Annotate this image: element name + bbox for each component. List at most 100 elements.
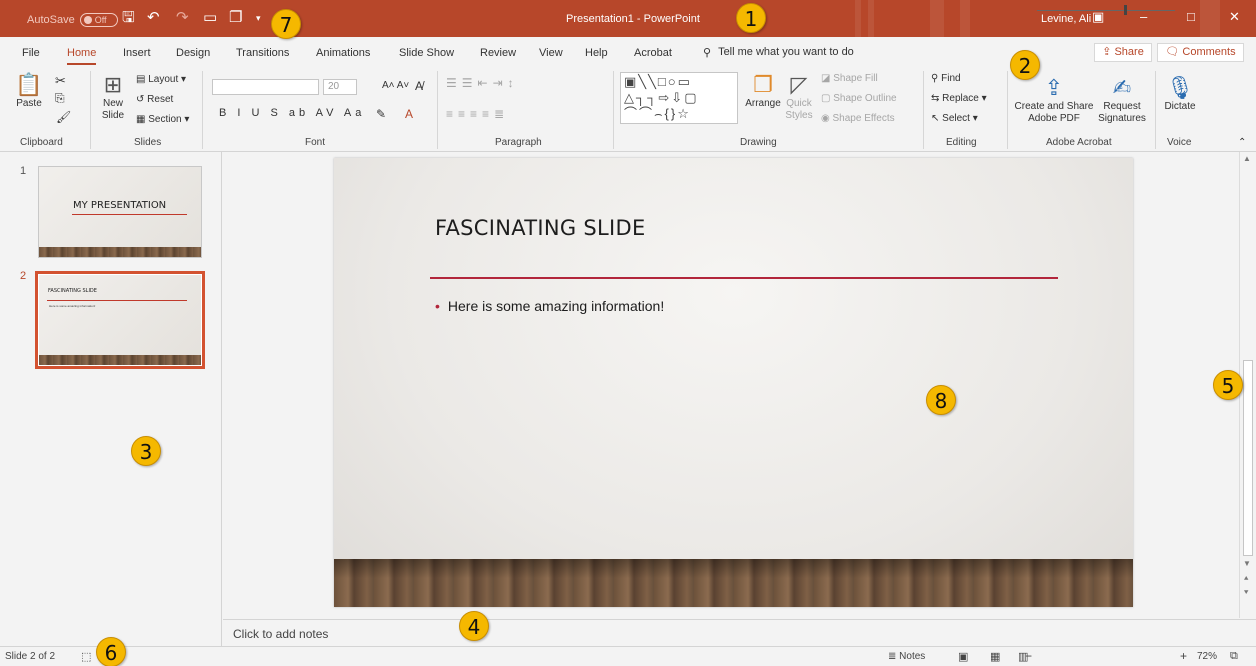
callout-marker-6: 6 <box>96 637 126 666</box>
notes-placeholder[interactable]: Click to add notes <box>233 627 328 641</box>
tell-me-search[interactable]: ⚲ Tell me what you want to do <box>703 46 854 59</box>
zoom-slider[interactable] <box>1037 10 1175 11</box>
layout-button[interactable]: ▤ Layout ▾ <box>136 74 186 85</box>
replace-button[interactable]: ⇆ Replace ▾ <box>931 93 987 104</box>
microphone-icon: 🎙 <box>1166 75 1194 100</box>
tab-view[interactable]: View <box>539 47 563 59</box>
new-slide-button[interactable]: ⊞ New Slide <box>96 72 130 122</box>
ribbon-display-icon[interactable]: ▣ <box>1092 9 1104 25</box>
shape-effects-label: Shape Effects <box>832 113 895 124</box>
find-button[interactable]: ⚲ Find <box>931 73 961 84</box>
next-slide-icon[interactable]: ⯆ <box>1243 588 1249 598</box>
presenter-icon[interactable]: ▭ <box>203 10 217 26</box>
bullet-icon: • <box>435 298 440 314</box>
callout-marker-8: 8 <box>926 385 956 415</box>
status-bar: Slide 2 of 2 ⬚ ≣ Notes ▣ ▦ ▥ − + 72% ⧉ <box>0 646 1256 666</box>
scroll-up-icon[interactable]: ▲ <box>1243 154 1251 163</box>
touch-mode-icon[interactable]: ❐ <box>229 10 242 26</box>
highlight-icon[interactable]: ✎ <box>376 107 386 121</box>
title-decoration <box>1200 0 1220 37</box>
shape-fill-button[interactable]: ◪ Shape Fill <box>821 73 878 84</box>
quick-styles-icon: ◸ <box>790 72 808 97</box>
notes-toggle-button[interactable]: ≣ Notes <box>888 651 925 662</box>
section-button[interactable]: ▦ Section ▾ <box>136 114 189 125</box>
accessibility-icon[interactable]: ⬚ <box>81 650 91 663</box>
tab-home[interactable]: Home <box>67 47 97 65</box>
font-size-box[interactable]: 20 <box>323 79 357 95</box>
cut-icon[interactable]: ✂ <box>55 73 66 89</box>
paste-button[interactable]: 📋 Paste <box>14 72 44 110</box>
fit-slide-icon[interactable]: ⧉ <box>1230 650 1238 663</box>
tab-review[interactable]: Review <box>480 47 516 59</box>
font-format-buttons[interactable]: B I U S ab AV Aa <box>219 107 365 119</box>
tab-help[interactable]: Help <box>585 47 608 59</box>
share-button[interactable]: ⇪ Share <box>1094 43 1152 62</box>
tab-insert[interactable]: Insert <box>123 47 151 59</box>
request-signatures-button[interactable]: ✍ Request Signatures <box>1094 75 1150 125</box>
zoom-out-icon[interactable]: − <box>1025 649 1032 663</box>
collapse-ribbon-icon[interactable]: ⌃ <box>1238 137 1246 148</box>
slide-bullet-item[interactable]: • Here is some amazing information! <box>435 298 664 314</box>
slide-thumbnail-1[interactable]: MY PRESENTATION <box>38 166 202 258</box>
format-painter-icon[interactable]: 🖌 <box>56 110 71 124</box>
autosave-switch[interactable]: Off <box>79 13 118 27</box>
title-decoration <box>868 0 874 37</box>
maximize-icon[interactable]: □ <box>1187 9 1195 24</box>
create-share-pdf-button[interactable]: ⇪ Create and Share Adobe PDF <box>1012 75 1096 125</box>
tab-acrobat[interactable]: Acrobat <box>634 47 672 59</box>
slide-title[interactable]: FASCINATING SLIDE <box>435 216 646 240</box>
shape-outline-button[interactable]: ▢ Shape Outline <box>821 93 897 104</box>
undo-icon[interactable]: ↶ <box>147 10 160 26</box>
editing-group-label: Editing <box>946 137 977 148</box>
arrange-button[interactable]: ❐ Arrange <box>742 72 784 110</box>
normal-view-icon[interactable]: ▣ <box>958 650 968 663</box>
redo-icon[interactable]: ↷ <box>176 10 189 26</box>
current-slide[interactable]: FASCINATING SLIDE • Here is some amazing… <box>334 158 1133 607</box>
select-button[interactable]: ↖ Select ▾ <box>931 113 978 124</box>
slide-thumbnail-pane[interactable]: 1 MY PRESENTATION 2 FASCINATING SLIDE He… <box>0 152 222 646</box>
comments-button[interactable]: 🗨 Comments <box>1157 43 1244 62</box>
shape-effects-button[interactable]: ◉ Shape Effects <box>821 113 895 124</box>
save-icon[interactable]: 🖫 <box>122 10 135 26</box>
section-label: Section <box>148 114 182 125</box>
notes-toggle-label: Notes <box>899 651 926 662</box>
previous-slide-icon[interactable]: ⯅ <box>1243 574 1249 584</box>
layout-label: Layout <box>148 74 179 85</box>
font-name-box[interactable] <box>212 79 319 95</box>
notes-pane[interactable]: Click to add notes <box>223 619 1256 646</box>
user-name[interactable]: Levine, Ali <box>1041 13 1091 25</box>
quick-styles-button[interactable]: ◸ Quick Styles <box>784 72 814 122</box>
scroll-down-icon[interactable]: ▼ <box>1243 559 1251 568</box>
clear-format-icon[interactable]: A̸ <box>415 79 423 93</box>
tab-file[interactable]: File <box>22 47 40 59</box>
group-separator <box>90 71 91 149</box>
scrollbar-thumb[interactable] <box>1243 360 1253 556</box>
acrobat-group-label: Adobe Acrobat <box>1046 137 1112 148</box>
thumbnail-title: FASCINATING SLIDE <box>48 288 97 294</box>
list-icons[interactable]: ☰☰⇤⇥↕ <box>446 76 519 90</box>
customize-qat-icon[interactable]: ▾ <box>256 10 261 26</box>
close-icon[interactable]: ✕ <box>1229 9 1240 25</box>
autosave-toggle[interactable]: AutoSave Off <box>27 13 118 27</box>
shapes-gallery[interactable]: ▣╲╲□○▭ △┐┐⇨⇩▢ ⌒⌒⌢{}☆ <box>620 72 738 124</box>
font-grow-icon[interactable]: A˄ A˅ <box>382 80 409 91</box>
slide-sorter-icon[interactable]: ▦ <box>990 650 1000 663</box>
clipboard-group-label: Clipboard <box>20 137 63 148</box>
dictate-button[interactable]: 🎙 Dictate <box>1160 75 1200 113</box>
slide-bullet-text: Here is some amazing information! <box>447 298 665 314</box>
dictate-label: Dictate <box>1164 101 1196 112</box>
slide-thumbnail-2[interactable]: FASCINATING SLIDE Here is some amazing i… <box>35 271 205 369</box>
tab-animations[interactable]: Animations <box>316 47 370 59</box>
tab-transitions[interactable]: Transitions <box>236 47 289 59</box>
font-color-icon[interactable]: A <box>405 107 413 121</box>
zoom-slider-thumb[interactable] <box>1124 5 1127 15</box>
align-icons[interactable]: ≡≡≡≡≣ <box>446 107 509 121</box>
minimize-icon[interactable]: – <box>1140 9 1147 24</box>
tell-me-text: Tell me what you want to do <box>718 46 854 58</box>
reset-button[interactable]: ↺ Reset <box>136 94 173 105</box>
copy-icon[interactable]: ⎘ <box>55 91 65 106</box>
zoom-level[interactable]: 72% <box>1197 651 1217 662</box>
zoom-in-icon[interactable]: + <box>1180 649 1187 663</box>
tab-design[interactable]: Design <box>176 47 210 59</box>
tab-slide-show[interactable]: Slide Show <box>399 47 454 59</box>
